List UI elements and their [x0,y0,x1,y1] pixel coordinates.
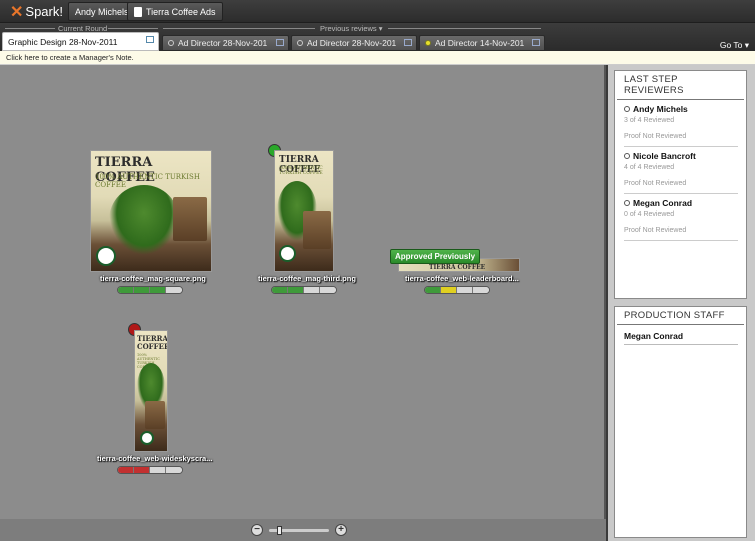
zoom-slider-handle[interactable] [277,525,282,535]
reviewer-item[interactable]: Megan Conrad 0 of 4 Reviewed Proof Not R… [615,194,746,241]
canvas-footer: − + [0,519,606,541]
copy-icon[interactable] [276,39,284,46]
copy-icon[interactable] [532,39,540,46]
app-logo[interactable]: ✕ Spark! [10,3,63,21]
zoom-control: − + [251,524,347,536]
asset-filename: tierra-coffee_web-leaderboard... [405,274,519,283]
usda-organic-seal-icon [96,246,116,266]
tab-label: Ad Director 14-Nov-201 [435,38,525,48]
rounds-bar: Current Round Previous reviews ▾ Graphic… [0,23,755,51]
tab-round-0[interactable]: Graphic Design 28-Nov-2011 [2,32,159,51]
project-button[interactable]: Tierra Coffee Ads [127,2,223,21]
production-staff-panel: PRODUCTION STAFF Megan Conrad [614,306,747,538]
asset-thumbnail[interactable]: TIERRA COFFEE 100% AUTHENTIC TURKISH COF… [90,150,212,272]
tab-round-3[interactable]: Ad Director 14-Nov-201 [419,35,545,51]
reviewers-panel-title: LAST STEP REVIEWERS [617,71,744,100]
app-logo-text: Spark! [25,4,63,19]
user-button[interactable]: Andy Michels [68,2,136,21]
top-bar: ✕ Spark! Andy Michels Tierra Coffee Ads [0,0,755,23]
copy-icon[interactable] [146,36,154,43]
asset-thumbnail[interactable]: TIERRA COFFEE 100% AUTHENTIC TURKISH COF… [134,330,168,452]
zoom-in-button[interactable]: + [335,524,347,536]
asset-filename: tierra-coffee_mag-square.png [100,274,206,283]
staff-panel-title: PRODUCTION STAFF [617,307,744,325]
reviewer-status-icon [624,153,630,159]
managers-note-bar[interactable]: Click here to create a Manager's Note. [0,51,755,65]
right-panel: LAST STEP REVIEWERS Andy Michels 3 of 4 … [608,65,755,541]
goto-dropdown[interactable]: Go To ▾ [720,40,749,51]
reviewer-status-icon [624,106,630,112]
tab-label: Graphic Design 28-Nov-2011 [8,36,118,47]
review-progress [424,286,490,294]
reviewer-item[interactable]: Nicole Bancroft 4 of 4 Reviewed Proof No… [615,147,746,194]
proof-canvas: TIERRA COFFEE 100% AUTHENTIC TURKISH COF… [0,65,606,541]
spark-logo-icon: ✕ [10,3,24,21]
asset-filename: tierra-coffee_mag-third.png [258,274,356,283]
review-progress [271,286,337,294]
managers-note-link[interactable]: Click here to create a Manager's Note. [6,53,134,62]
copy-icon[interactable] [404,39,412,46]
project-name: Tierra Coffee Ads [146,6,216,17]
tab-label: Ad Director 28-Nov-201 [307,38,397,48]
reviewer-item[interactable]: Andy Michels 3 of 4 Reviewed Proof Not R… [615,100,746,147]
tab-round-2[interactable]: Ad Director 28-Nov-201 [291,35,417,51]
tab-label: Ad Director 28-Nov-201 [178,38,268,48]
zoom-slider[interactable] [269,525,329,535]
status-dot-icon [168,40,174,46]
last-step-reviewers-panel: LAST STEP REVIEWERS Andy Michels 3 of 4 … [614,70,747,299]
tab-round-1[interactable]: Ad Director 28-Nov-201 [162,35,289,51]
user-name: Andy Michels [75,6,129,17]
asset-filename: tierra-coffee_web-wideskyscra... [97,454,213,463]
approved-previously-badge: Approved Previously [390,249,481,264]
document-icon [134,6,142,17]
previous-reviews-dropdown[interactable]: Previous reviews ▾ [320,24,383,33]
status-dot-icon [297,40,303,46]
usda-organic-seal-icon [279,245,296,262]
review-progress [117,466,183,474]
reviewer-status-icon [624,200,630,206]
usda-organic-seal-icon [140,431,154,445]
staff-member[interactable]: Megan Conrad [615,325,746,345]
zoom-out-button[interactable]: − [251,524,263,536]
status-dot-icon [425,40,431,46]
review-progress [117,286,183,294]
asset-thumbnail[interactable]: TIERRA COFFEE 100% AUTHENTIC TURKISH COF… [274,150,334,272]
